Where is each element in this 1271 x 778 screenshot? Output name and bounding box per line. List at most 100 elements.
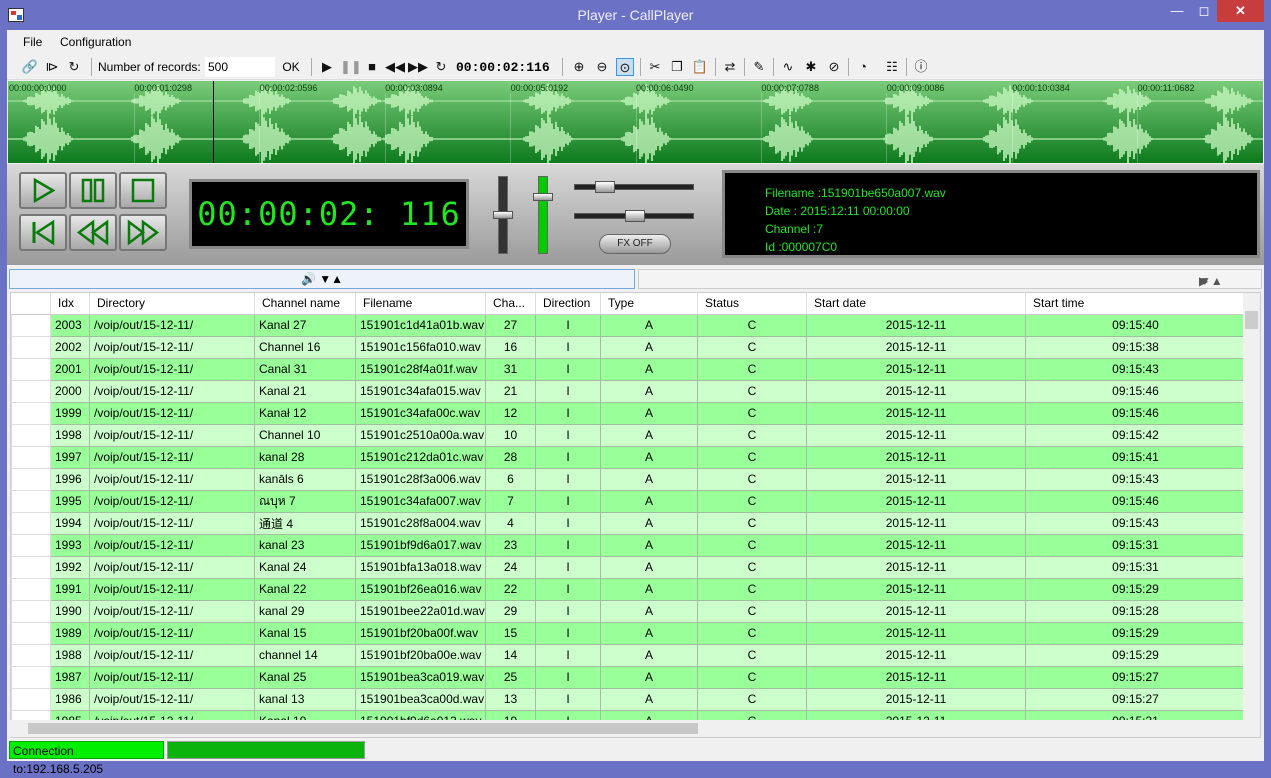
left-panel-toggle[interactable]: 🔊 ▼▲ <box>9 269 635 289</box>
table-row[interactable]: 1998/voip/out/15-12-11/Channel 10151901c… <box>12 424 1246 446</box>
pause-icon[interactable]: ❚❚ <box>340 58 358 76</box>
maximize-button[interactable]: ◻ <box>1191 0 1217 22</box>
table-row[interactable]: 1988/voip/out/15-12-11/channel 14151901b… <box>12 644 1246 666</box>
split-icon[interactable]: ⇄ <box>721 58 739 76</box>
column-header[interactable]: Start time <box>1026 293 1246 314</box>
vertical-scrollbar[interactable] <box>1243 293 1260 737</box>
stop-button[interactable] <box>119 172 167 209</box>
row-header[interactable] <box>12 644 51 666</box>
table-row[interactable]: 1996/voip/out/15-12-11/kanāls 6151901c28… <box>12 468 1246 490</box>
pause-button[interactable] <box>69 172 117 209</box>
column-header[interactable]: Channel name <box>255 293 356 314</box>
table-row[interactable]: 1999/voip/out/15-12-11/Kanał 12151901c34… <box>12 402 1246 424</box>
column-header[interactable]: Idx <box>51 293 90 314</box>
table-row[interactable]: 1987/voip/out/15-12-11/Kanal 25151901bea… <box>12 666 1246 688</box>
table-row[interactable]: 2000/voip/out/15-12-11/Kanal 21151901c34… <box>12 380 1246 402</box>
volume-thumb[interactable] <box>493 211 513 219</box>
equalizer-icon[interactable]: ☷ <box>883 58 901 76</box>
column-header[interactable]: Status <box>698 293 807 314</box>
playhead-cursor[interactable] <box>213 81 214 163</box>
disconnect-icon[interactable]: ⧐ <box>43 58 61 76</box>
noise-icon[interactable]: ✱ <box>802 58 820 76</box>
column-header[interactable]: Direction <box>536 293 601 314</box>
volume-slider[interactable] <box>498 176 508 254</box>
row-header[interactable] <box>12 446 51 468</box>
cut-icon[interactable]: ✂ <box>646 58 664 76</box>
menu-configuration[interactable]: Configuration <box>60 35 131 49</box>
row-header[interactable] <box>12 512 51 534</box>
minimize-button[interactable]: — <box>1163 0 1191 22</box>
row-header[interactable] <box>12 336 51 358</box>
fx-toggle-button[interactable]: FX OFF <box>599 234 671 254</box>
refresh-icon[interactable]: ↻ <box>65 58 83 76</box>
table-row[interactable]: 1994/voip/out/15-12-11/通道 4151901c28f8a0… <box>12 512 1246 534</box>
copy-icon[interactable]: ❐ <box>668 58 686 76</box>
play-icon[interactable]: ▶ <box>318 58 336 76</box>
table-row[interactable]: 2001/voip/out/15-12-11/Canal 31151901c28… <box>12 358 1246 380</box>
row-header[interactable] <box>12 556 51 578</box>
play-button[interactable] <box>19 172 67 209</box>
column-header[interactable]: Start date <box>807 293 1026 314</box>
ok-button[interactable]: OK <box>279 57 303 77</box>
row-header[interactable] <box>12 622 51 644</box>
speed-thumb[interactable] <box>595 181 615 193</box>
row-header[interactable] <box>12 380 51 402</box>
stop-icon[interactable]: ■ <box>363 58 381 76</box>
speed-slider[interactable] <box>574 184 694 190</box>
table-row[interactable]: 1991/voip/out/15-12-11/Kanal 22151901bf2… <box>12 578 1246 600</box>
paste-icon[interactable]: 📋 <box>691 58 709 76</box>
column-header[interactable]: Type <box>601 293 698 314</box>
rewind-button[interactable] <box>69 214 117 251</box>
pitch-slider[interactable] <box>574 213 694 219</box>
balance-thumb[interactable] <box>533 193 553 201</box>
edit-icon[interactable]: ✎ <box>750 58 768 76</box>
row-header[interactable] <box>12 534 51 556</box>
close-button[interactable]: ✕ <box>1217 0 1264 22</box>
table-row[interactable]: 1986/voip/out/15-12-11/kanal 13151901bea… <box>12 688 1246 710</box>
balance-slider[interactable] <box>538 176 548 254</box>
row-header[interactable] <box>12 358 51 380</box>
zoom-fit-icon[interactable]: ⊙ <box>616 58 634 76</box>
amplify-icon[interactable]: ∿ <box>779 58 797 76</box>
repeat-icon[interactable]: ↻ <box>432 58 450 76</box>
connect-icon[interactable]: 🔗 <box>21 58 39 76</box>
fast-forward-icon[interactable]: ▶▶ <box>408 58 426 76</box>
row-header[interactable] <box>12 424 51 446</box>
scroll-thumb[interactable] <box>28 723 698 734</box>
info-icon[interactable]: ⓘ <box>912 58 930 76</box>
row-header[interactable] <box>12 688 51 710</box>
table-row[interactable]: 1993/voip/out/15-12-11/kanal 23151901bf9… <box>12 534 1246 556</box>
skip-back-button[interactable] <box>19 214 67 251</box>
table-row[interactable]: 1989/voip/out/15-12-11/Kanal 15151901bf2… <box>12 622 1246 644</box>
table-row[interactable]: 2003/voip/out/15-12-11/Kanal 27151901c1d… <box>12 314 1246 336</box>
column-header[interactable]: Directory <box>90 293 255 314</box>
row-header[interactable] <box>12 600 51 622</box>
waveform-view[interactable]: 00:00:00:000000:00:01:029800:00:02:05960… <box>8 81 1263 163</box>
rewind-icon[interactable]: ◀◀ <box>385 58 403 76</box>
column-header[interactable]: Filename <box>356 293 486 314</box>
menu-file[interactable]: File <box>23 35 42 49</box>
row-header[interactable] <box>12 578 51 600</box>
row-header[interactable] <box>12 314 51 336</box>
row-header[interactable] <box>12 490 51 512</box>
right-panel-toggle[interactable]: ▶ ▼▲ <box>638 269 1262 289</box>
speed-icon[interactable]: ◔ <box>854 58 872 76</box>
table-row[interactable]: 1992/voip/out/15-12-11/Kanal 24151901bfa… <box>12 556 1246 578</box>
table-row[interactable]: 2002/voip/out/15-12-11/Channel 16151901c… <box>12 336 1246 358</box>
row-header[interactable] <box>12 402 51 424</box>
records-grid[interactable]: IdxDirectoryChannel nameFilenameCha...Di… <box>10 292 1261 738</box>
zoom-out-icon[interactable]: ⊖ <box>593 58 611 76</box>
horizontal-scrollbar[interactable] <box>10 720 1243 737</box>
column-header[interactable]: Cha... <box>486 293 536 314</box>
pitch-thumb[interactable] <box>625 210 645 222</box>
zoom-in-icon[interactable]: ⊕ <box>570 58 588 76</box>
row-header[interactable] <box>12 468 51 490</box>
mute-icon[interactable]: ⊘ <box>825 58 843 76</box>
scroll-thumb[interactable] <box>1245 311 1258 329</box>
row-header[interactable] <box>12 666 51 688</box>
table-row[interactable]: 1990/voip/out/15-12-11/kanal 29151901bee… <box>12 600 1246 622</box>
records-input[interactable] <box>205 57 275 77</box>
table-row[interactable]: 1997/voip/out/15-12-11/kanal 28151901c21… <box>12 446 1246 468</box>
table-row[interactable]: 1995/voip/out/15-12-11/ณบุห 7151901c34af… <box>12 490 1246 512</box>
forward-button[interactable] <box>119 214 167 251</box>
